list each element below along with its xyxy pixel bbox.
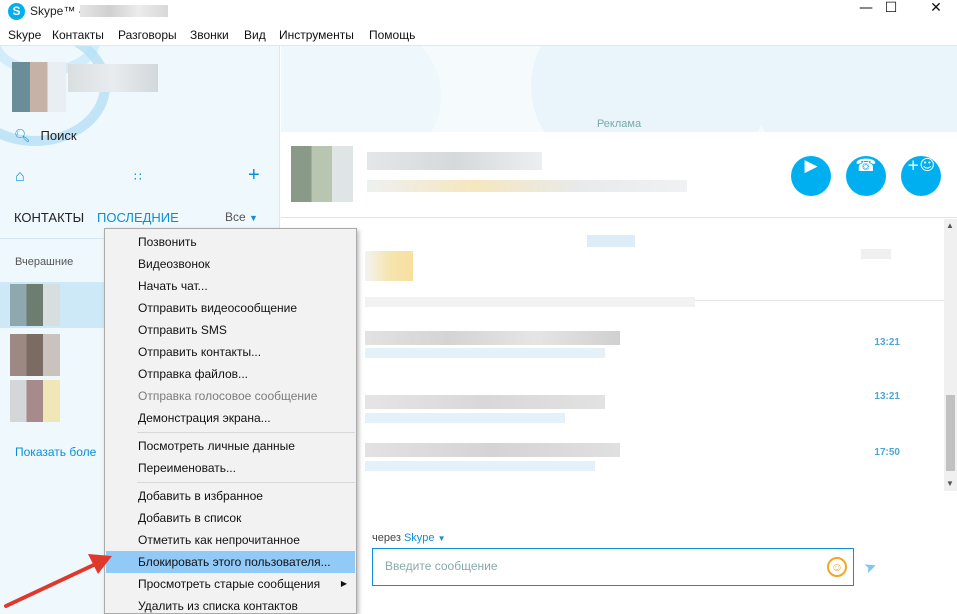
menu-item-block-user[interactable]: Блокировать этого пользователя... bbox=[106, 551, 355, 573]
maximize-button[interactable]: ☐ bbox=[868, 0, 914, 22]
ad-banner: Реклама bbox=[281, 46, 957, 132]
time-redacted bbox=[861, 249, 891, 259]
skype-logo-icon: S bbox=[8, 3, 25, 20]
avatar bbox=[10, 284, 60, 326]
image-redacted bbox=[365, 251, 413, 281]
menu-item-add-favorites[interactable]: Добавить в избранное bbox=[106, 485, 355, 507]
send-via-selector[interactable]: через Skype ▼ bbox=[372, 532, 446, 544]
menu-contacts[interactable]: Контакты bbox=[52, 28, 104, 42]
message-time: 13:21 bbox=[874, 391, 900, 402]
submenu-arrow-icon: ▶ bbox=[340, 579, 347, 588]
via-service[interactable]: Skype bbox=[404, 532, 435, 544]
send-icon[interactable]: ➤ bbox=[861, 556, 880, 577]
window-title: Skype™ - bbox=[30, 4, 83, 18]
via-prefix: через bbox=[372, 532, 401, 544]
tab-contacts[interactable]: КОНТАКТЫ bbox=[14, 210, 84, 225]
video-call-button[interactable]: ▶ bbox=[791, 156, 831, 196]
profile-avatar[interactable] bbox=[12, 62, 66, 112]
avatar bbox=[10, 380, 60, 422]
contact-name-redacted[interactable] bbox=[367, 152, 542, 170]
menu-skype[interactable]: Skype bbox=[8, 28, 41, 42]
menu-help[interactable]: Помощь bbox=[369, 28, 415, 42]
tab-recent[interactable]: ПОСЛЕДНИЕ bbox=[97, 210, 179, 225]
search-icon: 🔍︎ bbox=[14, 128, 31, 143]
contact-avatar[interactable] bbox=[291, 146, 353, 202]
filter-label: Все bbox=[225, 210, 246, 224]
list-item[interactable] bbox=[0, 378, 105, 424]
menu-item-send-video-message[interactable]: Отправить видеосообщение bbox=[106, 297, 355, 319]
contact-status-redacted bbox=[367, 180, 687, 192]
menu-item-start-chat[interactable]: Начать чат... bbox=[106, 275, 355, 297]
menu-item-mark-unread[interactable]: Отметить как непрочитанное bbox=[106, 529, 355, 551]
menu-item-send-files[interactable]: Отправка файлов... bbox=[106, 363, 355, 385]
menu-item-add-to-list[interactable]: Добавить в список bbox=[106, 507, 355, 529]
message-history: 13:21 13:21 17:50 bbox=[281, 219, 945, 519]
profile-name-redacted[interactable] bbox=[68, 64, 158, 92]
add-person-icon: +☺ bbox=[906, 156, 936, 174]
menu-item-remove-contact[interactable]: Удалить из списка контактов bbox=[106, 595, 355, 613]
title-bar: S Skype™ - — ☐ ✕ bbox=[0, 0, 957, 24]
add-contact-button[interactable]: +☺ bbox=[901, 156, 941, 196]
menu-tools[interactable]: Инструменты bbox=[279, 28, 354, 42]
chat-panel: Реклама ▶ ☎ +☺ 13:21 13:21 17:50 ▲ ▼ чер… bbox=[281, 46, 957, 614]
dialpad-icon[interactable]: ∷ bbox=[134, 170, 142, 184]
menu-item-send-voice-message: Отправка голосовое сообщение bbox=[138, 389, 318, 403]
list-item[interactable] bbox=[0, 282, 105, 328]
message-time: 17:50 bbox=[874, 447, 900, 458]
menu-conversations[interactable]: Разговоры bbox=[118, 28, 177, 42]
video-camera-icon: ▶ bbox=[804, 156, 818, 176]
message-compose: ☺ bbox=[372, 548, 854, 586]
menu-calls[interactable]: Звонки bbox=[190, 28, 229, 42]
scrollbar[interactable]: ▲ ▼ bbox=[944, 219, 957, 491]
menu-bar: Skype Контакты Разговоры Звонки Вид Инст… bbox=[0, 24, 957, 46]
menu-item-call[interactable]: Позвонить bbox=[106, 231, 355, 253]
contact-context-menu: Позвонить Видеозвонок Начать чат... Отпр… bbox=[104, 228, 357, 614]
menu-item-video-call[interactable]: Видеозвонок bbox=[106, 253, 355, 275]
message-input[interactable] bbox=[385, 559, 805, 573]
menu-item-send-sms[interactable]: Отправить SMS bbox=[106, 319, 355, 341]
call-button[interactable]: ☎ bbox=[846, 156, 886, 196]
window-title-redacted bbox=[80, 5, 168, 17]
menu-item-label: Просмотреть старые сообщения bbox=[138, 577, 321, 591]
menu-item-screen-share[interactable]: Демонстрация экрана... bbox=[106, 407, 355, 429]
scroll-thumb[interactable] bbox=[946, 395, 955, 471]
ad-label: Реклама bbox=[596, 118, 642, 130]
message-time: 13:21 bbox=[874, 337, 900, 348]
message-redacted bbox=[365, 348, 605, 358]
chevron-down-icon: ▼ bbox=[249, 213, 258, 223]
list-item[interactable] bbox=[0, 332, 105, 378]
message-redacted bbox=[365, 413, 565, 423]
menu-item-view-old-messages[interactable]: Просмотреть старые сообщения ▶ bbox=[106, 573, 355, 595]
message-redacted bbox=[365, 461, 595, 471]
message-redacted bbox=[365, 443, 620, 457]
menu-separator bbox=[137, 482, 355, 483]
filter-dropdown[interactable]: Все ▼ bbox=[225, 210, 258, 224]
chevron-down-icon: ▼ bbox=[437, 534, 446, 543]
search-button[interactable]: 🔍︎ Поиск bbox=[14, 128, 77, 144]
message-redacted bbox=[365, 395, 605, 409]
message-redacted bbox=[365, 297, 695, 307]
plus-icon[interactable]: + bbox=[248, 164, 260, 187]
home-icon[interactable]: ⌂ bbox=[15, 168, 25, 186]
search-label: Поиск bbox=[40, 128, 77, 143]
message-redacted bbox=[365, 331, 620, 345]
scroll-up-icon[interactable]: ▲ bbox=[946, 221, 954, 230]
phone-icon: ☎ bbox=[855, 156, 877, 176]
avatar bbox=[10, 334, 60, 376]
menu-separator bbox=[137, 432, 355, 433]
menu-item-view-profile[interactable]: Посмотреть личные данные bbox=[106, 435, 355, 457]
scroll-down-icon[interactable]: ▼ bbox=[946, 479, 954, 488]
message-redacted bbox=[587, 235, 635, 247]
menu-item-rename[interactable]: Переименовать... bbox=[106, 457, 355, 479]
smiley-icon[interactable]: ☺ bbox=[827, 557, 847, 577]
menu-item-send-contacts[interactable]: Отправить контакты... bbox=[106, 341, 355, 363]
close-button[interactable]: ✕ bbox=[913, 0, 957, 22]
show-more-link[interactable]: Показать боле bbox=[15, 445, 96, 459]
menu-view[interactable]: Вид bbox=[244, 28, 266, 42]
section-label-yesterday: Вчерашние bbox=[15, 256, 74, 268]
